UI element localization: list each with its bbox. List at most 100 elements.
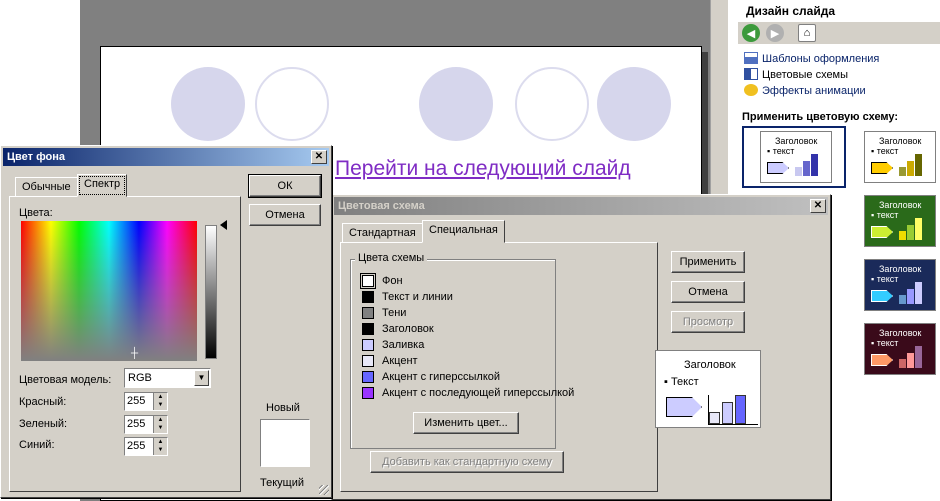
color-schemes-link-label: Цветовые схемы xyxy=(762,69,849,81)
thumbnail-bars xyxy=(795,154,827,176)
thumbnail-bars xyxy=(899,346,931,368)
change-color-button[interactable]: Изменить цвет... xyxy=(413,412,519,434)
preview-bar xyxy=(722,402,733,424)
luminance-slider[interactable] xyxy=(205,225,217,359)
thumbnail-bars xyxy=(899,218,931,240)
color-scheme-thumbnail[interactable]: Заголовок ▪ текст xyxy=(864,131,936,183)
color-swatch xyxy=(362,371,374,383)
red-input[interactable]: 255 ▲ ▼ xyxy=(124,392,168,411)
color-scheme-titlebar[interactable]: Цветовая схема ✕ xyxy=(334,197,828,215)
blue-label: Синий: xyxy=(19,439,55,451)
thumbnail-bar xyxy=(915,282,922,304)
thumbnail-bar xyxy=(907,224,914,240)
slide-circle xyxy=(419,67,493,141)
preview-heading: Заголовок xyxy=(684,359,736,371)
thumbnail-bars xyxy=(899,154,931,176)
color-item-label: Акцент xyxy=(382,355,418,367)
spin-arrows-icon[interactable]: ▲ ▼ xyxy=(153,438,167,455)
tab-special[interactable]: Специальная xyxy=(422,220,505,243)
green-label: Зеленый: xyxy=(19,418,68,430)
close-icon[interactable]: ✕ xyxy=(810,199,826,213)
thumbnail-arrow xyxy=(871,290,893,302)
color-item-label: Заливка xyxy=(382,339,425,351)
thumbnail-arrow xyxy=(767,162,789,174)
spin-arrows-icon[interactable]: ▲ ▼ xyxy=(153,393,167,410)
apply-scheme-heading: Применить цветовую схему: xyxy=(742,111,899,123)
next-slide-link[interactable]: Перейти на следующий слайд xyxy=(335,157,631,181)
color-scheme-thumbnail[interactable]: Заголовок ▪ текст xyxy=(864,259,936,311)
background-color-titlebar[interactable]: Цвет фона ✕ xyxy=(3,148,329,166)
color-swatch xyxy=(362,339,374,351)
thumbnail-bar xyxy=(795,167,802,176)
preview-button[interactable]: Просмотр xyxy=(671,311,745,333)
thumbnail-bar xyxy=(907,352,914,368)
forward-icon[interactable]: ▶ xyxy=(766,24,784,42)
chevron-down-icon[interactable]: ▼ xyxy=(194,370,209,386)
thumbnail-bars xyxy=(899,282,931,304)
home-icon[interactable]: ⌂ xyxy=(798,24,816,42)
preview-bar xyxy=(709,412,720,424)
background-color-title: Цвет фона xyxy=(7,151,66,163)
colors-label: Цвета: xyxy=(19,207,53,219)
ok-button[interactable]: ОК xyxy=(248,174,322,198)
thumbnail-arrow xyxy=(871,354,893,366)
green-input[interactable]: 255 ▲ ▼ xyxy=(124,415,168,434)
resize-grip-icon[interactable] xyxy=(319,485,329,495)
animation-icon xyxy=(744,84,758,96)
apply-button[interactable]: Применить xyxy=(671,251,745,273)
color-model-select[interactable]: RGB ▼ xyxy=(124,368,211,388)
thumbnail-bar xyxy=(899,167,906,176)
color-item-label: Заголовок xyxy=(382,323,434,335)
blue-input[interactable]: 255 ▲ ▼ xyxy=(124,437,168,456)
color-model-label: Цветовая модель: xyxy=(19,374,112,386)
color-scheme-thumbnail[interactable]: Заголовок ▪ текст xyxy=(864,195,936,247)
tab-standard[interactable]: Стандартная xyxy=(342,223,423,243)
luminance-pointer-icon[interactable] xyxy=(220,220,227,230)
spectrum-crosshair[interactable]: ┼ xyxy=(131,349,141,359)
templates-icon xyxy=(744,52,758,64)
thumbnail-bar xyxy=(907,160,914,176)
tab-standard-colors[interactable]: Обычные xyxy=(15,177,78,197)
preview-arrow xyxy=(666,397,702,417)
red-value: 255 xyxy=(127,395,146,407)
thumbnail-heading: Заголовок xyxy=(879,200,922,210)
task-pane-toolbar: ◀ ▶ ⌂ xyxy=(738,22,940,44)
thumbnail-text: ▪ текст xyxy=(871,210,899,220)
thumbnail-bar xyxy=(915,346,922,368)
color-swatch xyxy=(362,307,374,319)
animation-link-label: Эффекты анимации xyxy=(762,85,866,97)
add-standard-scheme-button[interactable]: Добавить как стандартную схему xyxy=(370,451,564,473)
back-icon[interactable]: ◀ xyxy=(742,24,760,42)
thumbnail-arrow xyxy=(871,162,893,174)
spectrum-picker[interactable]: ┼ xyxy=(21,221,197,361)
thumbnail-text: ▪ текст xyxy=(871,274,899,284)
thumbnail-heading: Заголовок xyxy=(879,264,922,274)
green-value: 255 xyxy=(127,418,146,430)
slide-circle xyxy=(597,67,671,141)
color-swatch xyxy=(362,323,374,335)
animation-link[interactable]: Эффекты анимации xyxy=(744,84,866,97)
color-schemes-link[interactable]: Цветовые схемы xyxy=(744,68,848,81)
cancel-button[interactable]: Отмена xyxy=(249,204,321,226)
color-scheme-thumbnail[interactable]: Заголовок ▪ текст xyxy=(864,323,936,375)
color-swatch xyxy=(362,291,374,303)
tab-spectrum[interactable]: Спектр xyxy=(77,174,128,197)
thumbnail-bar xyxy=(899,359,906,368)
thumbnail-heading: Заголовок xyxy=(879,328,922,338)
slide-circle xyxy=(515,67,589,141)
new-current-color-preview xyxy=(260,419,310,467)
color-model-value: RGB xyxy=(128,372,152,384)
background-color-dialog: Цвет фона ✕ Обычные Спектр Цвета: ┼ Цвет… xyxy=(0,145,332,498)
thumbnail-heading: Заголовок xyxy=(879,136,922,146)
close-icon[interactable]: ✕ xyxy=(311,150,327,164)
templates-link[interactable]: Шаблоны оформления xyxy=(744,52,879,65)
thumbnail-bar xyxy=(915,154,922,176)
spin-arrows-icon[interactable]: ▲ ▼ xyxy=(153,416,167,433)
color-scheme-thumbnail[interactable]: Заголовок ▪ текст xyxy=(760,131,832,183)
slide-circle xyxy=(255,67,329,141)
thumbnail-bar xyxy=(899,231,906,240)
preview-text: ▪ Текст xyxy=(664,376,699,388)
scheme-cancel-button[interactable]: Отмена xyxy=(671,281,745,303)
thumbnail-bar xyxy=(803,160,810,176)
thumbnail-text: ▪ текст xyxy=(871,146,899,156)
